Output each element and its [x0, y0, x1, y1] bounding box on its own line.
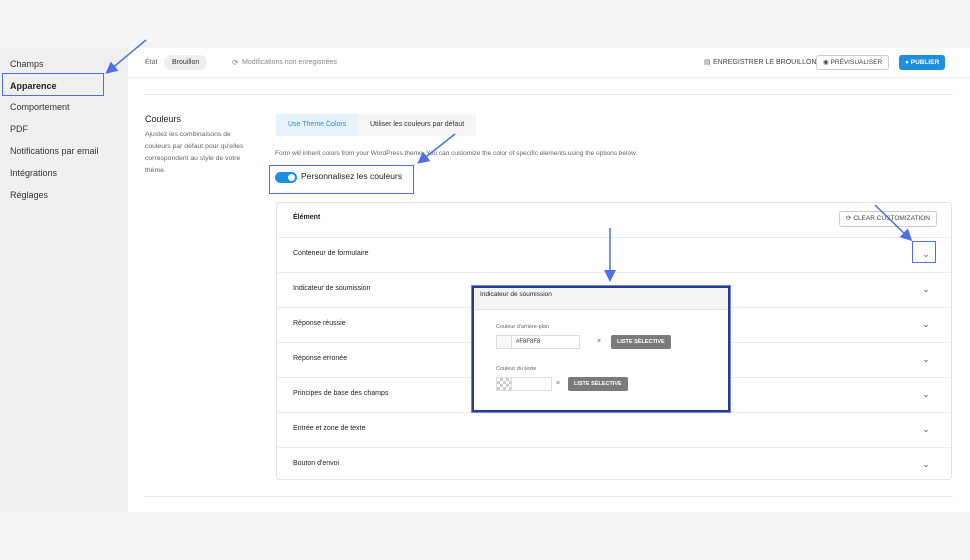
row-label: Principes de base des champs — [293, 390, 389, 397]
sidebar-item-comportement[interactable]: Comportement — [10, 100, 70, 114]
sidebar: Champs Apparence Comportement PDF Notifi… — [0, 48, 128, 512]
bg-color-label: Couleur d'arrière-plan — [496, 324, 550, 330]
state-label: État — [145, 59, 158, 66]
form-editor: Champs Apparence Comportement PDF Notifi… — [0, 48, 970, 512]
table-row[interactable]: Conteneur de formulaire ⌄ — [277, 237, 951, 272]
tab-default-colors[interactable]: Utiliser les couleurs par défaut — [358, 114, 477, 136]
text-clear-icon[interactable]: × — [556, 377, 560, 391]
bg-color-input[interactable]: #F8F8F8 — [512, 335, 580, 349]
text-color-input[interactable] — [512, 377, 552, 391]
chevron-down-icon[interactable]: ⌄ — [921, 354, 931, 364]
unsaved-status: Modifications non enregistrées — [242, 59, 337, 66]
clear-customization-button[interactable]: ⟳ CLEAR CUSTOMIZATION — [839, 211, 937, 227]
chevron-down-icon[interactable]: ⌄ — [921, 284, 931, 294]
theme-note: Form will inherit colors from your WordP… — [275, 150, 638, 157]
bg-picker-button[interactable]: LISTE SÉLECTIVE — [611, 335, 671, 349]
sidebar-item-notifications[interactable]: Notifications par email — [10, 144, 99, 158]
section-description: Ajustez les combinaisons de couleurs par… — [145, 131, 244, 174]
element-column-header: Élément — [293, 214, 321, 221]
section-title: Couleurs — [145, 114, 182, 124]
text-color-label: Couleur du texte — [496, 366, 537, 372]
row-label: Conteneur de formulaire — [293, 250, 369, 257]
sidebar-item-integrations[interactable]: Intégrations — [10, 166, 57, 180]
table-header: Élément ⟳ CLEAR CUSTOMIZATION — [277, 203, 951, 238]
sidebar-item-reglages[interactable]: Réglages — [10, 188, 48, 202]
preview-label: PRÉVISUALISER — [830, 59, 883, 66]
submission-indicator-popup: Indicateur de soumission Couleur d'arriè… — [472, 286, 730, 412]
highlight-chevron — [912, 241, 936, 263]
sidebar-item-pdf[interactable]: PDF — [10, 122, 28, 136]
save-icon: ▤ — [704, 59, 711, 66]
table-row[interactable]: Bouton d'envoi ⌄ — [277, 447, 951, 482]
text-picker-button[interactable]: LISTE SÉLECTIVE — [568, 377, 628, 391]
bg-clear-icon[interactable]: × — [597, 335, 601, 349]
publish-button[interactable]: ● PUBLIER — [899, 55, 946, 70]
popup-title: Indicateur de soumission — [474, 288, 728, 310]
save-draft-button[interactable]: ENREGISTRER LE BROUILLON — [713, 59, 816, 66]
chevron-down-icon[interactable]: ⌄ — [921, 424, 931, 434]
bg-color-swatch[interactable] — [496, 335, 512, 349]
preview-button[interactable]: ◉ PRÉVISUALISER — [816, 55, 890, 70]
publish-label: PUBLIER — [910, 59, 940, 66]
refresh-icon: ⟳ — [232, 58, 239, 67]
row-label: Réponse réussie — [293, 320, 346, 327]
sidebar-item-champs[interactable]: Champs — [10, 57, 44, 71]
chevron-down-icon[interactable]: ⌄ — [921, 389, 931, 399]
bottom-margin — [0, 512, 970, 560]
tab-use-theme-colors[interactable]: Use Theme Colors — [276, 114, 359, 136]
row-label: Réponse erronée — [293, 355, 348, 362]
section-divider-top — [145, 94, 953, 95]
row-label: Entrée et zone de texte — [293, 425, 366, 432]
highlight-apparence — [2, 73, 104, 96]
top-margin — [0, 0, 970, 48]
row-label: Indicateur de soumission — [293, 285, 371, 292]
clear-customization-label: CLEAR CUSTOMIZATION — [853, 215, 930, 222]
row-label: Bouton d'envoi — [293, 460, 340, 467]
chevron-down-icon[interactable]: ⌄ — [921, 319, 931, 329]
highlight-toggle — [269, 165, 414, 194]
text-color-swatch[interactable] — [496, 377, 512, 391]
editor-header: État Brouillon ⟳ Modifications non enreg… — [128, 48, 970, 78]
main-panel: État Brouillon ⟳ Modifications non enreg… — [128, 48, 970, 512]
state-badge: Brouillon — [164, 55, 208, 70]
table-row[interactable]: Entrée et zone de texte ⌄ — [277, 412, 951, 447]
chevron-down-icon[interactable]: ⌄ — [921, 459, 931, 469]
section-divider-bottom — [145, 496, 953, 497]
